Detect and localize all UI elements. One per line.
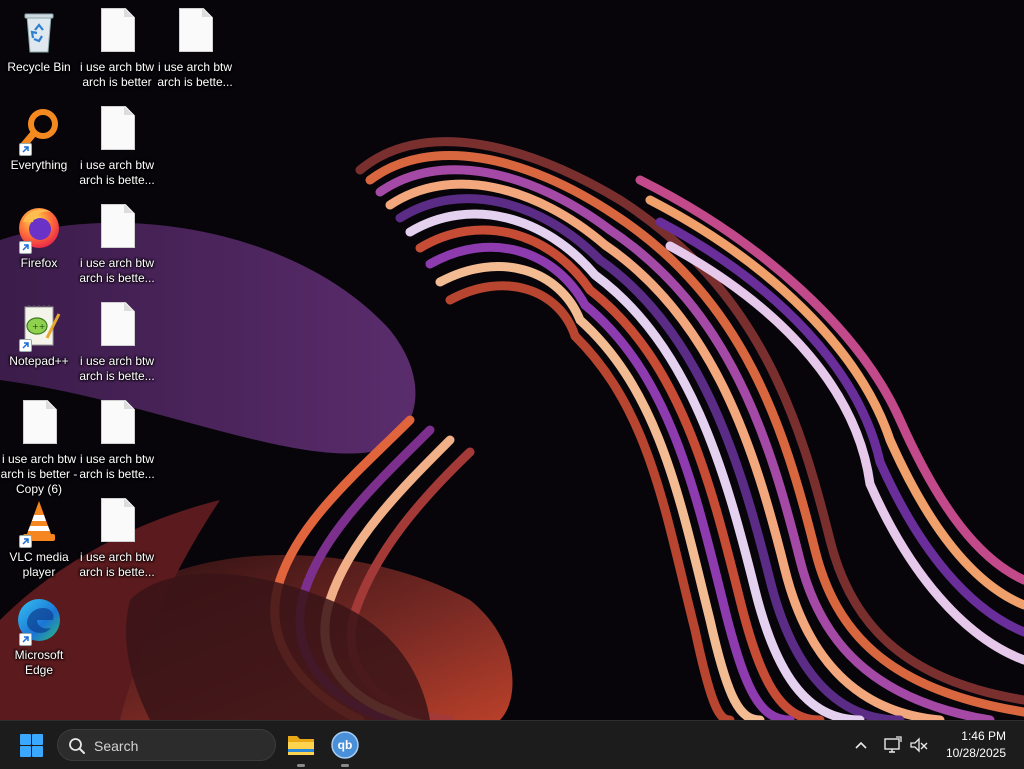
desktop-icon-text-document[interactable]: i use arch btw arch is bette... xyxy=(78,400,156,482)
text-document-icon xyxy=(171,8,219,56)
chevron-up-icon xyxy=(855,741,867,749)
show-hidden-icons-button[interactable] xyxy=(852,733,870,762)
file-explorer-icon xyxy=(288,736,314,755)
desktop-icon-label: Firefox xyxy=(20,256,58,270)
desktop-icon-edge[interactable]: Microsoft Edge xyxy=(0,596,78,678)
shortcut-arrow-icon xyxy=(19,339,32,352)
desktop-icon-text-document[interactable]: i use arch btw arch is bette... xyxy=(78,302,156,384)
network-icon xyxy=(884,736,902,753)
desktop[interactable]: Recycle Bin Everything Firefox ++ Notepa… xyxy=(0,0,1024,720)
text-document-icon xyxy=(93,8,141,56)
qbittorrent-glyph: qb xyxy=(338,738,353,752)
search-placeholder: Search xyxy=(94,738,139,754)
desktop-icon-text-document[interactable]: i use arch btw arch is bette... xyxy=(78,106,156,188)
volume-tray-button[interactable] xyxy=(908,733,930,762)
network-tray-button[interactable] xyxy=(882,733,904,762)
running-indicator xyxy=(297,764,305,767)
desktop-icon-text-document[interactable]: i use arch btw arch is bette... xyxy=(78,204,156,286)
desktop-icon-label: Everything xyxy=(10,158,68,172)
desktop-icon-firefox[interactable]: Firefox xyxy=(0,204,78,271)
desktop-icon-label: i use arch btw arch is bette... xyxy=(79,354,155,383)
taskbar-clock[interactable]: 1:46 PM 10/28/2025 xyxy=(946,728,1006,762)
desktop-icon-label: Notepad++ xyxy=(9,354,69,368)
desktop-icon-label: VLC media player xyxy=(9,550,69,579)
clock-time: 1:46 PM xyxy=(961,729,1006,743)
clock-date: 10/28/2025 xyxy=(945,746,1006,760)
desktop-icon-text-document[interactable]: i use arch btw arch is bette... xyxy=(78,498,156,580)
recycle-bin-icon xyxy=(24,13,54,53)
desktop-icon-label: i use arch btw arch is better - Copy (6) xyxy=(0,452,78,496)
desktop-icon-notepad-plus-plus[interactable]: ++ Notepad++ xyxy=(0,302,78,369)
qbittorrent-icon: qb xyxy=(331,731,359,759)
desktop-icon-label: i use arch btw arch is bette... xyxy=(157,60,233,89)
text-document-icon xyxy=(93,302,141,350)
text-document-icon xyxy=(93,204,141,252)
shortcut-arrow-icon xyxy=(19,143,32,156)
text-document-icon xyxy=(93,106,141,154)
shortcut-arrow-icon xyxy=(19,535,32,548)
search-icon xyxy=(69,738,85,754)
taskbar-app-qbittorrent[interactable]: qb xyxy=(327,727,363,767)
desktop-icon-vlc[interactable]: VLC media player xyxy=(0,498,78,580)
text-document-icon xyxy=(15,400,63,448)
desktop-icon-recycle-bin[interactable]: Recycle Bin xyxy=(0,8,78,75)
desktop-icon-label: i use arch btw arch is better xyxy=(79,60,155,89)
taskbar-app-file-explorer[interactable] xyxy=(283,727,319,767)
desktop-icon-label: i use arch btw arch is bette... xyxy=(79,550,155,579)
shortcut-arrow-icon xyxy=(19,633,32,646)
desktop-icon-label: i use arch btw arch is bette... xyxy=(79,256,155,285)
desktop-icon-label: Microsoft Edge xyxy=(14,648,64,677)
shortcut-arrow-icon xyxy=(19,241,32,254)
running-indicator xyxy=(341,764,349,767)
text-document-icon xyxy=(93,400,141,448)
taskbar-search-box[interactable]: Search xyxy=(57,729,276,761)
desktop-icon-text-document[interactable]: i use arch btw arch is better - Copy (6) xyxy=(0,400,78,497)
svg-text:++: ++ xyxy=(32,322,45,331)
taskbar: Search qb 1:46 PM 10/28/2025 xyxy=(0,720,1024,769)
desktop-icon-everything[interactable]: Everything xyxy=(0,106,78,173)
volume-muted-icon xyxy=(910,737,928,753)
desktop-icon-text-document[interactable]: i use arch btw arch is bette... xyxy=(156,8,234,90)
desktop-icon-text-document[interactable]: i use arch btw arch is better xyxy=(78,8,156,90)
desktop-icon-label: i use arch btw arch is bette... xyxy=(79,452,155,481)
desktop-icon-label: Recycle Bin xyxy=(7,60,71,74)
start-button[interactable] xyxy=(19,733,45,759)
desktop-icon-label: i use arch btw arch is bette... xyxy=(79,158,155,187)
text-document-icon xyxy=(93,498,141,546)
